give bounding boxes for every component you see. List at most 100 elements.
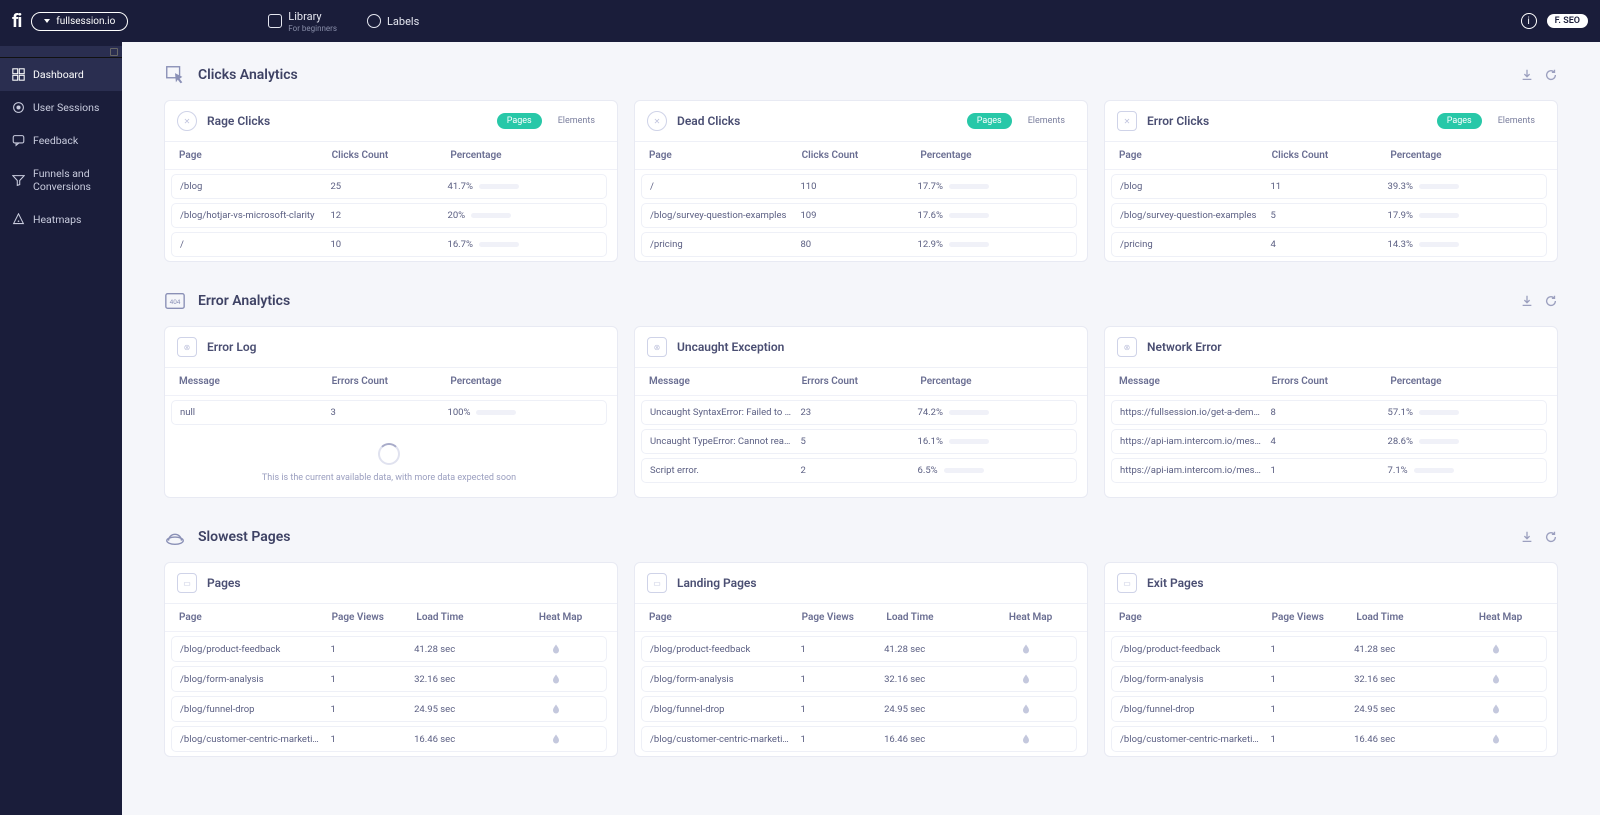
cell-heat[interactable] [514,673,598,685]
table-row[interactable]: /blog 25 41.7% [171,174,607,199]
tab-elements[interactable]: Elements [548,113,605,129]
cell-heat[interactable] [514,643,598,655]
cell-page: / [180,239,330,250]
table-row[interactable]: /blog/form-analysis 1 32.16 sec [641,666,1077,692]
table-row[interactable]: Uncaught TypeError: Cannot read … 5 16.1… [641,429,1077,454]
table-row[interactable]: /blog 11 39.3% [1111,174,1547,199]
cell-heat[interactable] [1454,733,1538,745]
table-row[interactable]: /blog/form-analysis 1 32.16 sec [1111,666,1547,692]
cell-views: 1 [1270,704,1354,715]
slowest-icon [164,526,186,548]
nav-labels[interactable]: Labels [367,10,419,33]
table-row[interactable]: https://fullsession.io/get-a-demo/th… 8 … [1111,400,1547,425]
cell-pct: 7.1% [1388,465,1539,476]
table-row[interactable]: /blog/customer-centric-marketi… 1 16.46 … [641,726,1077,752]
table-row[interactable]: /blog/product-feedback 1 41.28 sec [171,636,607,662]
cell-heat[interactable] [514,733,598,745]
table-row[interactable]: https://api-iam.intercom.io/messen… 1 7.… [1111,458,1547,483]
section-header-errors: 404 Error Analytics [164,290,1558,312]
col-count: Clicks Count [1272,150,1391,161]
card-exit_title: ▭ Exit Pages Page Page Views Load Time H… [1104,562,1558,757]
cell-page: /blog/funnel-drop [1120,704,1270,715]
nav-library[interactable]: Library For beginners [268,10,337,33]
cell-page: /blog/customer-centric-marketi… [650,734,800,745]
refresh-icon[interactable] [1544,530,1558,544]
table-row[interactable]: /pricing 4 14.3% [1111,232,1547,257]
heatmap-icon [1490,733,1502,745]
col-pct: Percentage [920,376,1073,387]
cell-heat[interactable] [1454,703,1538,715]
tab-pages[interactable]: Pages [497,113,542,129]
cell-heat[interactable] [1454,643,1538,655]
table-row[interactable]: /blog/product-feedback 1 41.28 sec [1111,636,1547,662]
table-row[interactable]: null 3 100% [171,400,607,425]
heatmap-icon [1490,673,1502,685]
table-row[interactable]: /blog/customer-centric-marketi… 1 16.46 … [171,726,607,752]
tab-elements[interactable]: Elements [1488,113,1545,129]
info-icon[interactable]: i [1521,13,1537,29]
heatmap-icon [1490,643,1502,655]
sidebar-item-feedback[interactable]: Feedback [0,124,122,157]
col-page: Page [179,150,332,161]
table-row[interactable]: /blog/funnel-drop 1 24.95 sec [1111,696,1547,722]
cell-page: /blog/form-analysis [1120,674,1270,685]
cell-load: 32.16 sec [884,674,984,685]
table-row[interactable]: /blog/form-analysis 1 32.16 sec [171,666,607,692]
download-icon[interactable] [1520,530,1534,544]
table-row[interactable]: /blog/funnel-drop 1 24.95 sec [171,696,607,722]
table-row[interactable]: / 110 17.7% [641,174,1077,199]
cell-count: 110 [800,181,917,192]
table-row[interactable]: /pricing 80 12.9% [641,232,1077,257]
dashboard-icon [12,68,25,81]
card-title: Landing Pages [677,576,757,590]
cell-msg: Uncaught TypeError: Cannot read … [650,436,800,447]
table-row[interactable]: / 10 16.7% [171,232,607,257]
sidebar-item-dashboard[interactable]: Dashboard [0,58,122,91]
table-row[interactable]: https://api-iam.intercom.io/messen… 4 28… [1111,429,1547,454]
cell-views: 1 [330,734,414,745]
sidebar-item-heatmaps[interactable]: Heatmaps [0,203,122,236]
table-row[interactable]: Uncaught SyntaxError: Failed to ex… 23 7… [641,400,1077,425]
cell-heat[interactable] [984,673,1068,685]
table-row[interactable]: /blog/survey-question-examples 109 17.6% [641,203,1077,228]
table-row[interactable]: /blog/customer-centric-marketi… 1 16.46 … [1111,726,1547,752]
table-row[interactable]: /blog/survey-question-examples 5 17.9% [1111,203,1547,228]
download-icon[interactable] [1520,294,1534,308]
sidebar-collapse[interactable] [0,46,122,58]
heatmap-icon [1020,733,1032,745]
table-row[interactable]: /blog/product-feedback 1 41.28 sec [641,636,1077,662]
table-row[interactable]: /blog/hotjar-vs-microsoft-clarity 12 20% [171,203,607,228]
uncaught-icon: ⊗ [647,337,667,357]
cell-msg: https://api-iam.intercom.io/messen… [1120,465,1270,476]
col-msg: Message [1119,376,1272,387]
refresh-icon[interactable] [1544,68,1558,82]
workspace-switcher[interactable]: fullsession.io [31,12,128,31]
tab-elements[interactable]: Elements [1018,113,1075,129]
sidebar-item-funnels[interactable]: Funnels and Conversions [0,157,122,203]
table-row[interactable]: /blog/funnel-drop 1 24.95 sec [641,696,1077,722]
cell-pct: 6.5% [918,465,1069,476]
download-icon[interactable] [1520,68,1534,82]
sidebar-item-label: Dashboard [33,68,84,81]
section-header-slowest: Slowest Pages [164,526,1558,548]
cell-heat[interactable] [514,703,598,715]
col-pct: Percentage [450,376,603,387]
refresh-icon[interactable] [1544,294,1558,308]
errors-icon: 404 [164,290,186,312]
tab-pages[interactable]: Pages [1437,113,1482,129]
table-row[interactable]: Script error. 2 6.5% [641,458,1077,483]
tab-pages[interactable]: Pages [967,113,1012,129]
cell-heat[interactable] [1454,673,1538,685]
sidebar-item-sessions[interactable]: User Sessions [0,91,122,124]
cell-pct: 16.7% [448,239,599,250]
cell-heat[interactable] [984,703,1068,715]
heatmap-icon [1020,643,1032,655]
cell-heat[interactable] [984,733,1068,745]
sidebar-item-label: User Sessions [33,101,99,114]
cell-heat[interactable] [984,643,1068,655]
user-badge[interactable]: F. SEO [1547,14,1588,28]
col-pct: Percentage [1390,150,1543,161]
cell-page: / [650,181,800,192]
landing_title-icon: ▭ [647,573,667,593]
card-title: Error Clicks [1147,114,1209,128]
